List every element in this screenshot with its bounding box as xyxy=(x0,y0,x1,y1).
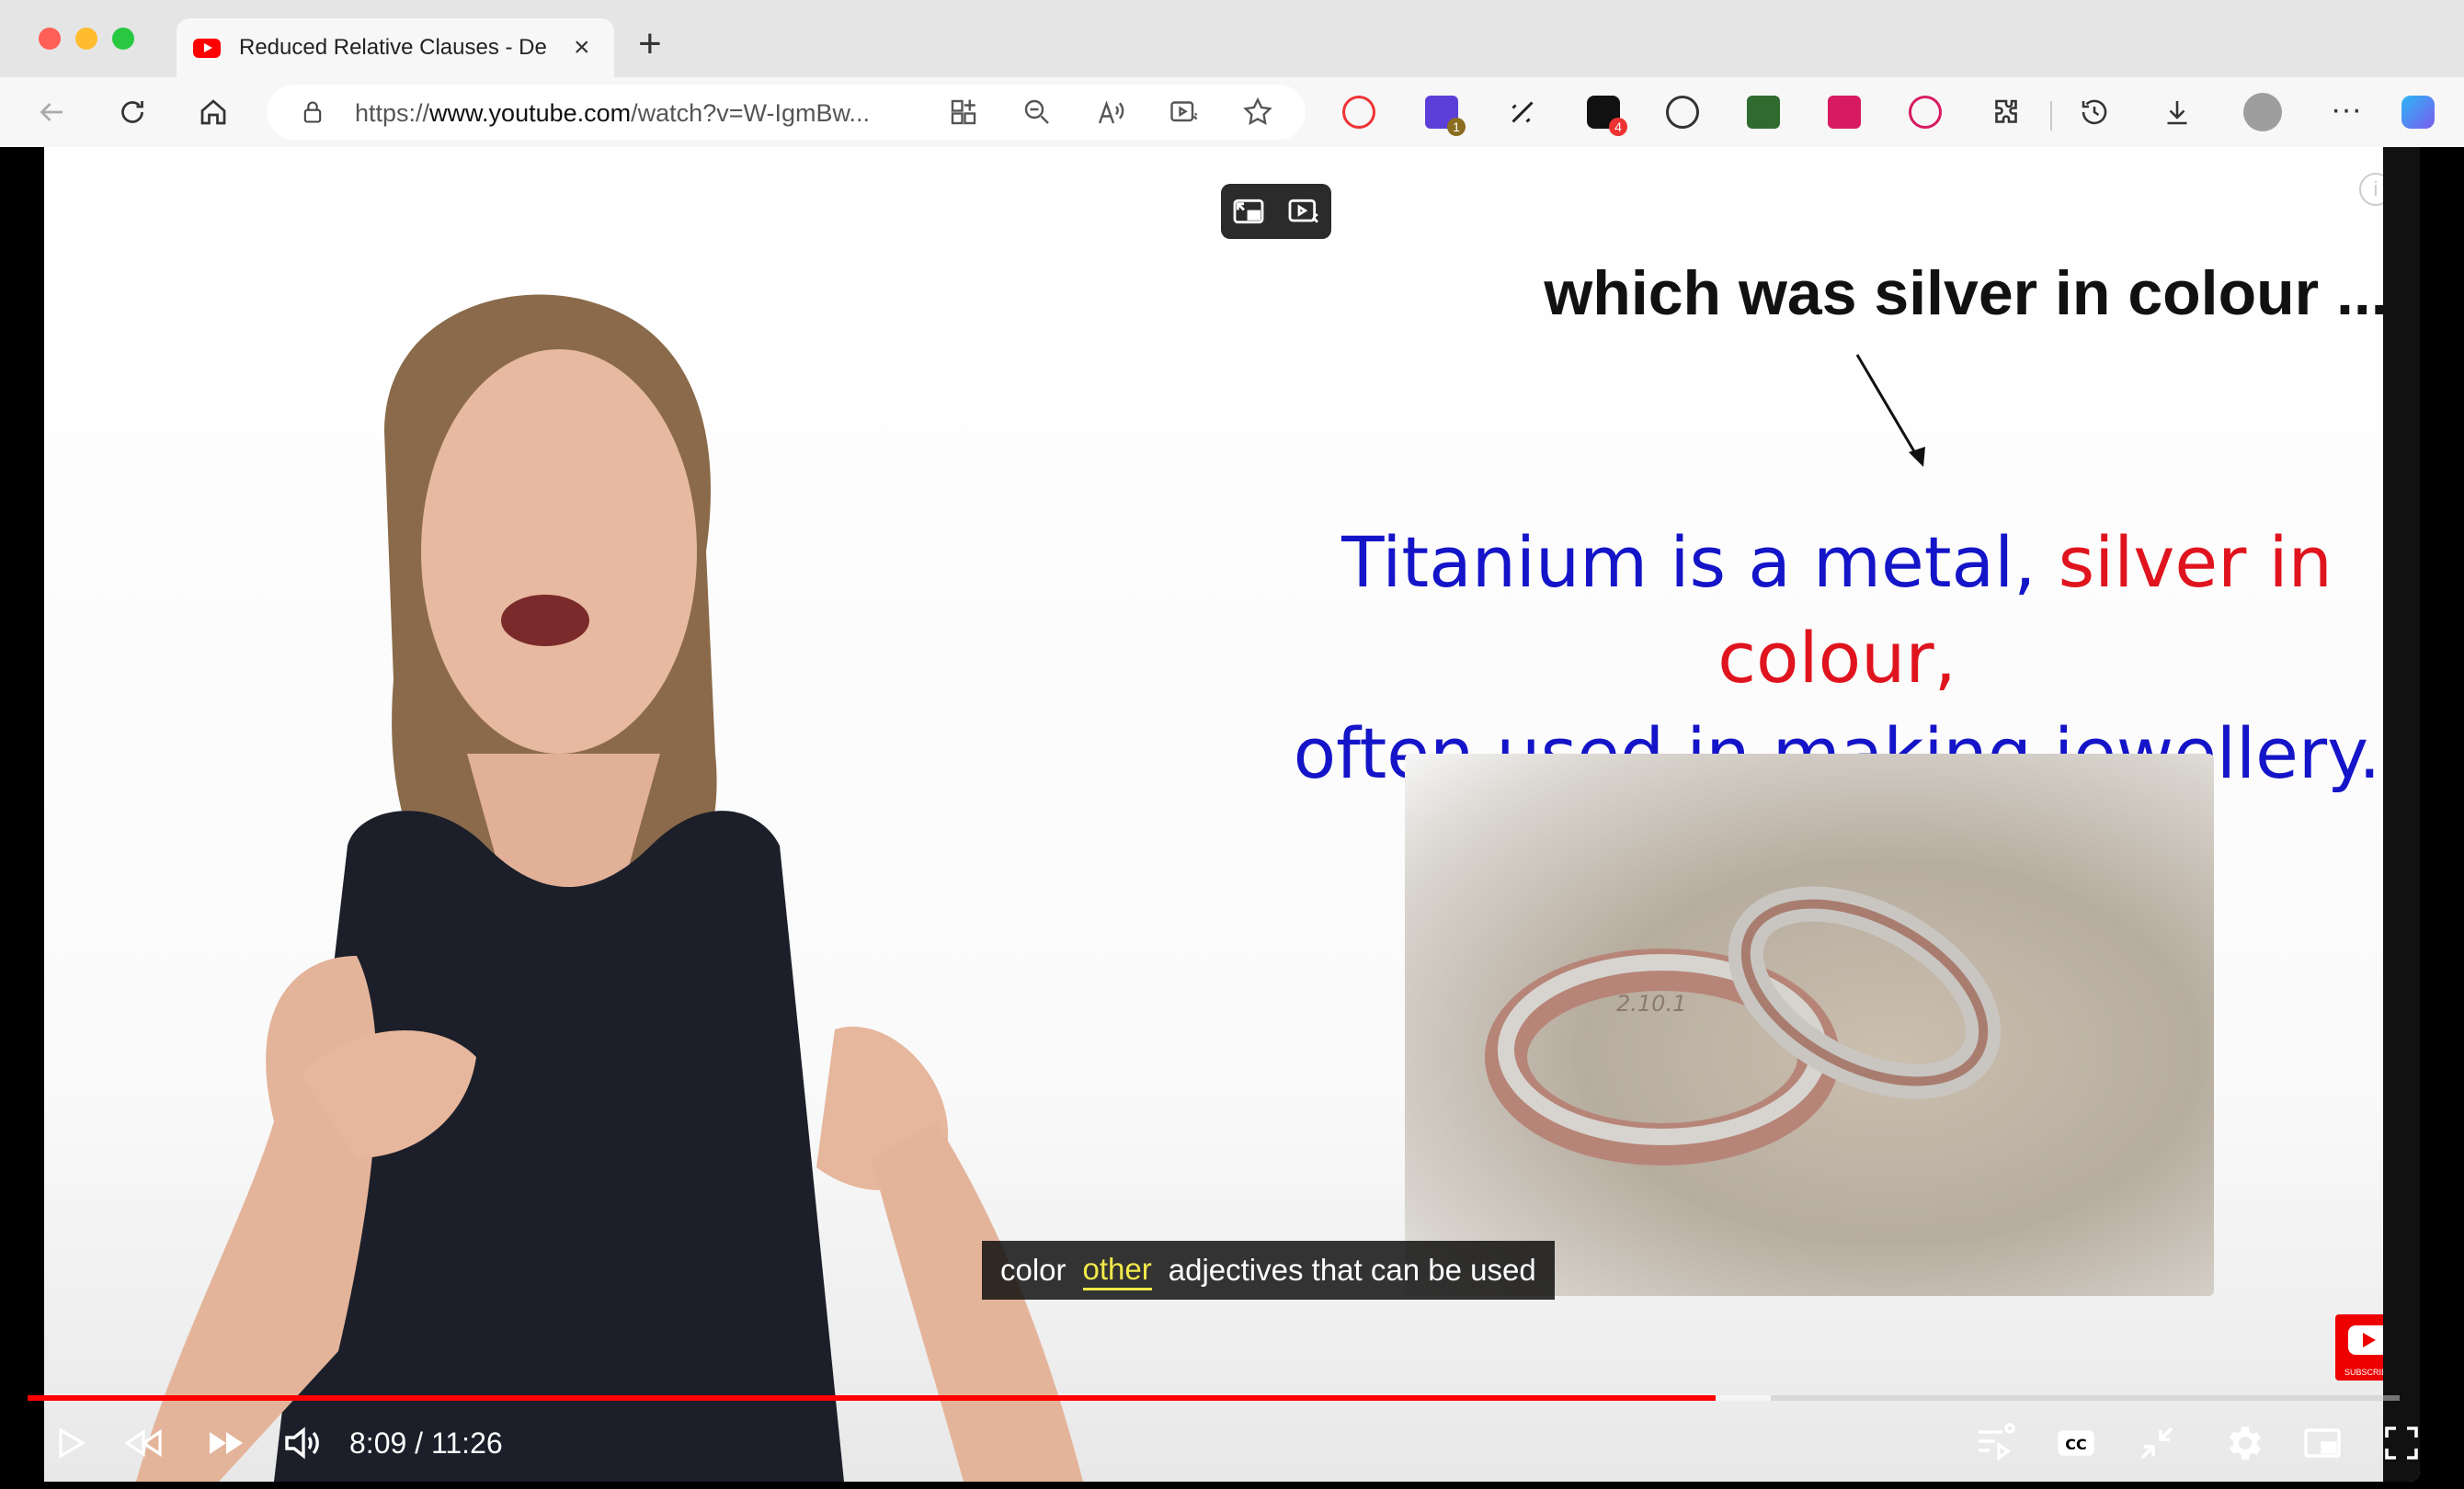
time-display: 8:09 / 11:26 xyxy=(349,1426,503,1460)
rewind-button[interactable] xyxy=(118,1417,169,1469)
tools-extension-icon[interactable] xyxy=(1506,96,1539,129)
extension-purple-icon[interactable]: 1 xyxy=(1425,96,1466,136)
read-aloud-icon[interactable] xyxy=(1094,96,1127,129)
miniplayer-button[interactable] xyxy=(2297,1417,2348,1469)
caption-box: color other adjectives that can be used xyxy=(982,1241,1555,1300)
youtube-favicon-icon xyxy=(193,38,221,58)
new-tab-button[interactable]: + xyxy=(638,24,662,64)
slide-arrow xyxy=(1855,354,1925,467)
play-extension-icon[interactable] xyxy=(1909,96,1942,129)
home-icon[interactable] xyxy=(191,90,235,134)
video-enhance-icon[interactable] xyxy=(1168,96,1201,129)
favorite-star-icon[interactable] xyxy=(1241,96,1274,129)
back-icon[interactable] xyxy=(29,90,74,134)
search-extension-icon[interactable] xyxy=(1342,96,1375,129)
pip-overlay-controls xyxy=(1221,184,1331,239)
lock-icon xyxy=(303,101,322,123)
copilot-icon[interactable] xyxy=(2401,96,2435,129)
play-button[interactable] xyxy=(44,1417,96,1469)
app-grid-icon[interactable] xyxy=(947,96,980,129)
zoom-window-button[interactable] xyxy=(112,28,134,50)
rings-photo: 2.10.1 xyxy=(1405,754,2214,1296)
slide-sentence-part1: Titanium is a metal, xyxy=(1341,521,2036,603)
toolbar-separator xyxy=(2050,101,2052,131)
minimize-window-button[interactable] xyxy=(75,28,97,50)
ring-engraving: 2.10.1 xyxy=(1616,991,1686,1017)
caption-rest: adjectives that can be used xyxy=(1168,1253,1536,1287)
captions-button[interactable]: CC xyxy=(2050,1417,2102,1469)
video-player[interactable]: which was silver in colour .... Titanium… xyxy=(7,147,2420,1482)
profile-avatar[interactable] xyxy=(2243,93,2282,131)
video-frame[interactable]: which was silver in colour .... Titanium… xyxy=(44,147,2420,1482)
url-text: https://www.youtube.com/watch?v=W-IgmBw.… xyxy=(355,99,870,127)
browser-chrome: Reduced Relative Clauses - De × + https:… xyxy=(0,0,2464,147)
player-side-bar xyxy=(2383,147,2420,1482)
zoom-out-icon[interactable] xyxy=(1021,96,1054,129)
tab-close-icon[interactable]: × xyxy=(574,34,590,62)
fullscreen-button[interactable] xyxy=(2376,1417,2420,1469)
caption-word: color xyxy=(1000,1253,1067,1287)
reload-icon[interactable] xyxy=(110,90,154,134)
browser-tab[interactable]: Reduced Relative Clauses - De × xyxy=(177,18,614,77)
progress-bar[interactable] xyxy=(28,1395,2400,1401)
extension-black-icon[interactable]: 4 xyxy=(1587,96,1627,136)
video-enhance-icon[interactable] xyxy=(1285,193,1322,230)
slide-heading: which was silver in colour .... xyxy=(1544,258,2406,328)
more-options-icon[interactable]: ··· xyxy=(2330,94,2363,129)
media-extension-icon[interactable] xyxy=(1666,96,1699,129)
settings-gear-icon[interactable] xyxy=(2218,1417,2269,1469)
extensions-puzzle-icon[interactable] xyxy=(1990,96,2023,129)
downloads-icon[interactable] xyxy=(2161,96,2194,129)
progress-played xyxy=(28,1395,1716,1401)
autoplay-queue-button[interactable] xyxy=(1969,1417,2021,1469)
volume-button[interactable] xyxy=(276,1417,327,1469)
fast-forward-button[interactable] xyxy=(200,1417,252,1469)
board-extension-icon[interactable] xyxy=(1828,96,1861,129)
address-bar[interactable]: https://www.youtube.com/watch?v=W-IgmBw.… xyxy=(267,85,1306,140)
svg-text:CC: CC xyxy=(2065,1436,2086,1453)
collapse-icon[interactable] xyxy=(2131,1417,2183,1469)
download-extension-icon[interactable] xyxy=(1747,96,1780,129)
tab-title: Reduced Relative Clauses - De xyxy=(239,35,547,60)
browser-toolbar: https://www.youtube.com/watch?v=W-IgmBw.… xyxy=(0,77,2464,147)
close-window-button[interactable] xyxy=(39,28,61,50)
exit-pip-icon[interactable] xyxy=(1230,193,1267,230)
caption-highlight-word: other xyxy=(1082,1251,1152,1290)
history-icon[interactable] xyxy=(2078,96,2111,129)
